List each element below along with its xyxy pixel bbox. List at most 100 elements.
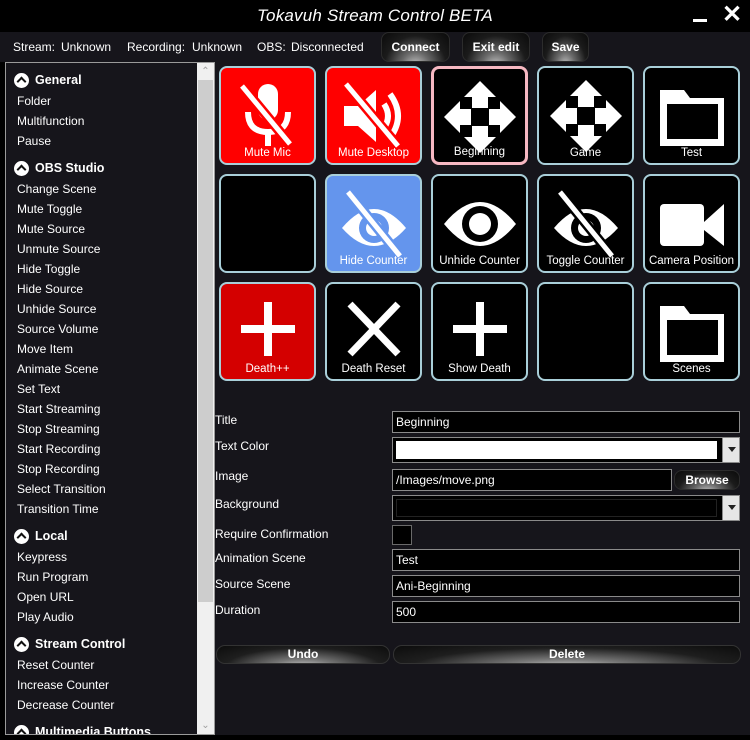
scroll-down-icon[interactable]: ⌄ [197, 717, 214, 734]
stream-button-tile[interactable] [537, 282, 634, 381]
action-item[interactable]: Source Volume [6, 319, 196, 339]
action-item[interactable]: Hide Toggle [6, 259, 196, 279]
scroll-thumb[interactable] [198, 80, 213, 603]
save-button[interactable]: Save [542, 32, 589, 62]
tile-label: Game [569, 147, 602, 159]
category-header[interactable]: General [6, 69, 196, 91]
action-item[interactable]: Stop Recording [6, 459, 196, 479]
background-label: Background [215, 497, 280, 511]
close-icon[interactable]: ✕ [722, 3, 742, 27]
collapse-chevron-icon[interactable] [14, 636, 29, 652]
scroll-up-icon[interactable]: ⌃ [197, 63, 214, 80]
tile-label: Unhide Counter [439, 255, 520, 267]
stream-button-tile[interactable]: Show Death [431, 282, 528, 381]
action-item[interactable]: Move Item [6, 339, 196, 359]
action-item[interactable]: Unhide Source [6, 299, 196, 319]
recording-status-value: Unknown [192, 40, 243, 54]
sidebar-scrollbar[interactable]: ⌃ ⌄ [197, 63, 214, 734]
action-item[interactable]: Set Text [6, 379, 196, 399]
action-item[interactable]: Start Recording [6, 439, 196, 459]
action-item[interactable]: Decrease Counter [6, 695, 196, 715]
title-bar: Tokavuh Stream Control BETA ✕ [0, 0, 750, 32]
action-item[interactable]: Increase Counter [6, 675, 196, 695]
action-item[interactable]: Hide Source [6, 279, 196, 299]
tile-label: Death++ [245, 363, 290, 375]
category-header[interactable]: Stream Control [6, 633, 196, 655]
action-item[interactable]: Play Audio [6, 607, 196, 627]
category-title: Stream Control [35, 637, 126, 651]
stream-button-tile[interactable]: Unhide Counter [431, 174, 528, 273]
image-label: Image [215, 469, 249, 483]
stream-button-tile[interactable]: Hide Counter [325, 174, 422, 273]
stream-button-tile[interactable]: Scenes [643, 282, 740, 381]
collapse-chevron-icon[interactable] [14, 160, 29, 176]
tile-label: Mute Desktop [338, 147, 409, 159]
obs-status-label: OBS: [257, 40, 286, 54]
connect-button[interactable]: Connect [381, 32, 450, 62]
collapse-chevron-icon[interactable] [14, 724, 29, 734]
stream-button-tile[interactable] [219, 174, 316, 273]
action-item[interactable]: Change Scene [6, 179, 196, 199]
title-input[interactable] [392, 411, 740, 433]
collapse-chevron-icon[interactable] [14, 528, 29, 544]
require-confirmation-label: Require Confirmation [215, 527, 329, 541]
stream-button-tile[interactable]: Camera Position [643, 174, 740, 273]
action-item[interactable]: Reset Counter [6, 655, 196, 675]
action-item[interactable]: Transition Time [6, 499, 196, 519]
stream-button-tile[interactable]: Test [643, 66, 740, 165]
animation-scene-input[interactable] [392, 549, 740, 571]
window-title: Tokavuh Stream Control BETA [257, 6, 493, 25]
stream-button-tile[interactable]: Toggle Counter [537, 174, 634, 273]
action-item[interactable]: Open URL [6, 587, 196, 607]
obs-status-value: Disconnected [291, 40, 364, 54]
action-item[interactable]: Folder [6, 91, 196, 111]
stream-button-tile[interactable]: Game [537, 66, 634, 165]
exit-edit-button[interactable]: Exit edit [462, 32, 530, 62]
background-swatch [396, 499, 717, 517]
require-confirmation-checkbox[interactable] [392, 525, 412, 545]
duration-label: Duration [215, 603, 261, 617]
chevron-down-icon[interactable] [722, 496, 739, 520]
tile-label: Camera Position [648, 255, 734, 267]
action-item[interactable]: Run Program [6, 567, 196, 587]
delete-button[interactable]: Delete [393, 645, 741, 664]
action-item[interactable]: Mute Source [6, 219, 196, 239]
animation-scene-label: Animation Scene [215, 551, 306, 565]
action-item[interactable]: Start Streaming [6, 399, 196, 419]
title-label: Title [215, 413, 238, 427]
action-item[interactable]: Pause [6, 131, 196, 151]
text-color-select[interactable] [392, 437, 740, 463]
action-item[interactable]: Keypress [6, 547, 196, 567]
source-scene-input[interactable] [392, 575, 740, 597]
undo-button[interactable]: Undo [216, 645, 390, 664]
stream-button-tile[interactable]: Death++ [219, 282, 316, 381]
tile-label: Toggle Counter [546, 255, 625, 267]
stream-button-tile[interactable]: Beginning [431, 66, 528, 165]
text-color-label: Text Color [215, 439, 270, 453]
action-item[interactable]: Select Transition [6, 479, 196, 499]
background-select[interactable] [392, 495, 740, 521]
stream-button-tile[interactable]: Mute Desktop [325, 66, 422, 165]
category-header[interactable]: OBS Studio [6, 157, 196, 179]
browse-button[interactable]: Browse [674, 470, 740, 490]
chevron-down-icon[interactable] [722, 438, 739, 462]
action-item[interactable]: Stop Streaming [6, 419, 196, 439]
category-title: OBS Studio [35, 161, 105, 175]
stream-button-tile[interactable]: Death Reset [325, 282, 422, 381]
image-path-input[interactable] [392, 469, 672, 491]
action-item[interactable]: Animate Scene [6, 359, 196, 379]
stream-status-value: Unknown [61, 40, 112, 54]
category-header[interactable]: Multimedia Buttons [6, 721, 196, 734]
stream-status-label: Stream: [13, 40, 56, 54]
minimize-icon[interactable] [693, 4, 707, 24]
tile-label: Test [680, 147, 703, 159]
duration-input[interactable] [392, 601, 740, 623]
action-item[interactable]: Mute Toggle [6, 199, 196, 219]
collapse-chevron-icon[interactable] [14, 72, 29, 88]
action-item[interactable]: Multifunction [6, 111, 196, 131]
status-bar: Stream: Unknown Recording: Unknown OBS: … [0, 32, 750, 62]
category-header[interactable]: Local [6, 525, 196, 547]
action-item[interactable]: Unmute Source [6, 239, 196, 259]
tile-label: Beginning [453, 146, 506, 158]
stream-button-tile[interactable]: Mute Mic [219, 66, 316, 165]
